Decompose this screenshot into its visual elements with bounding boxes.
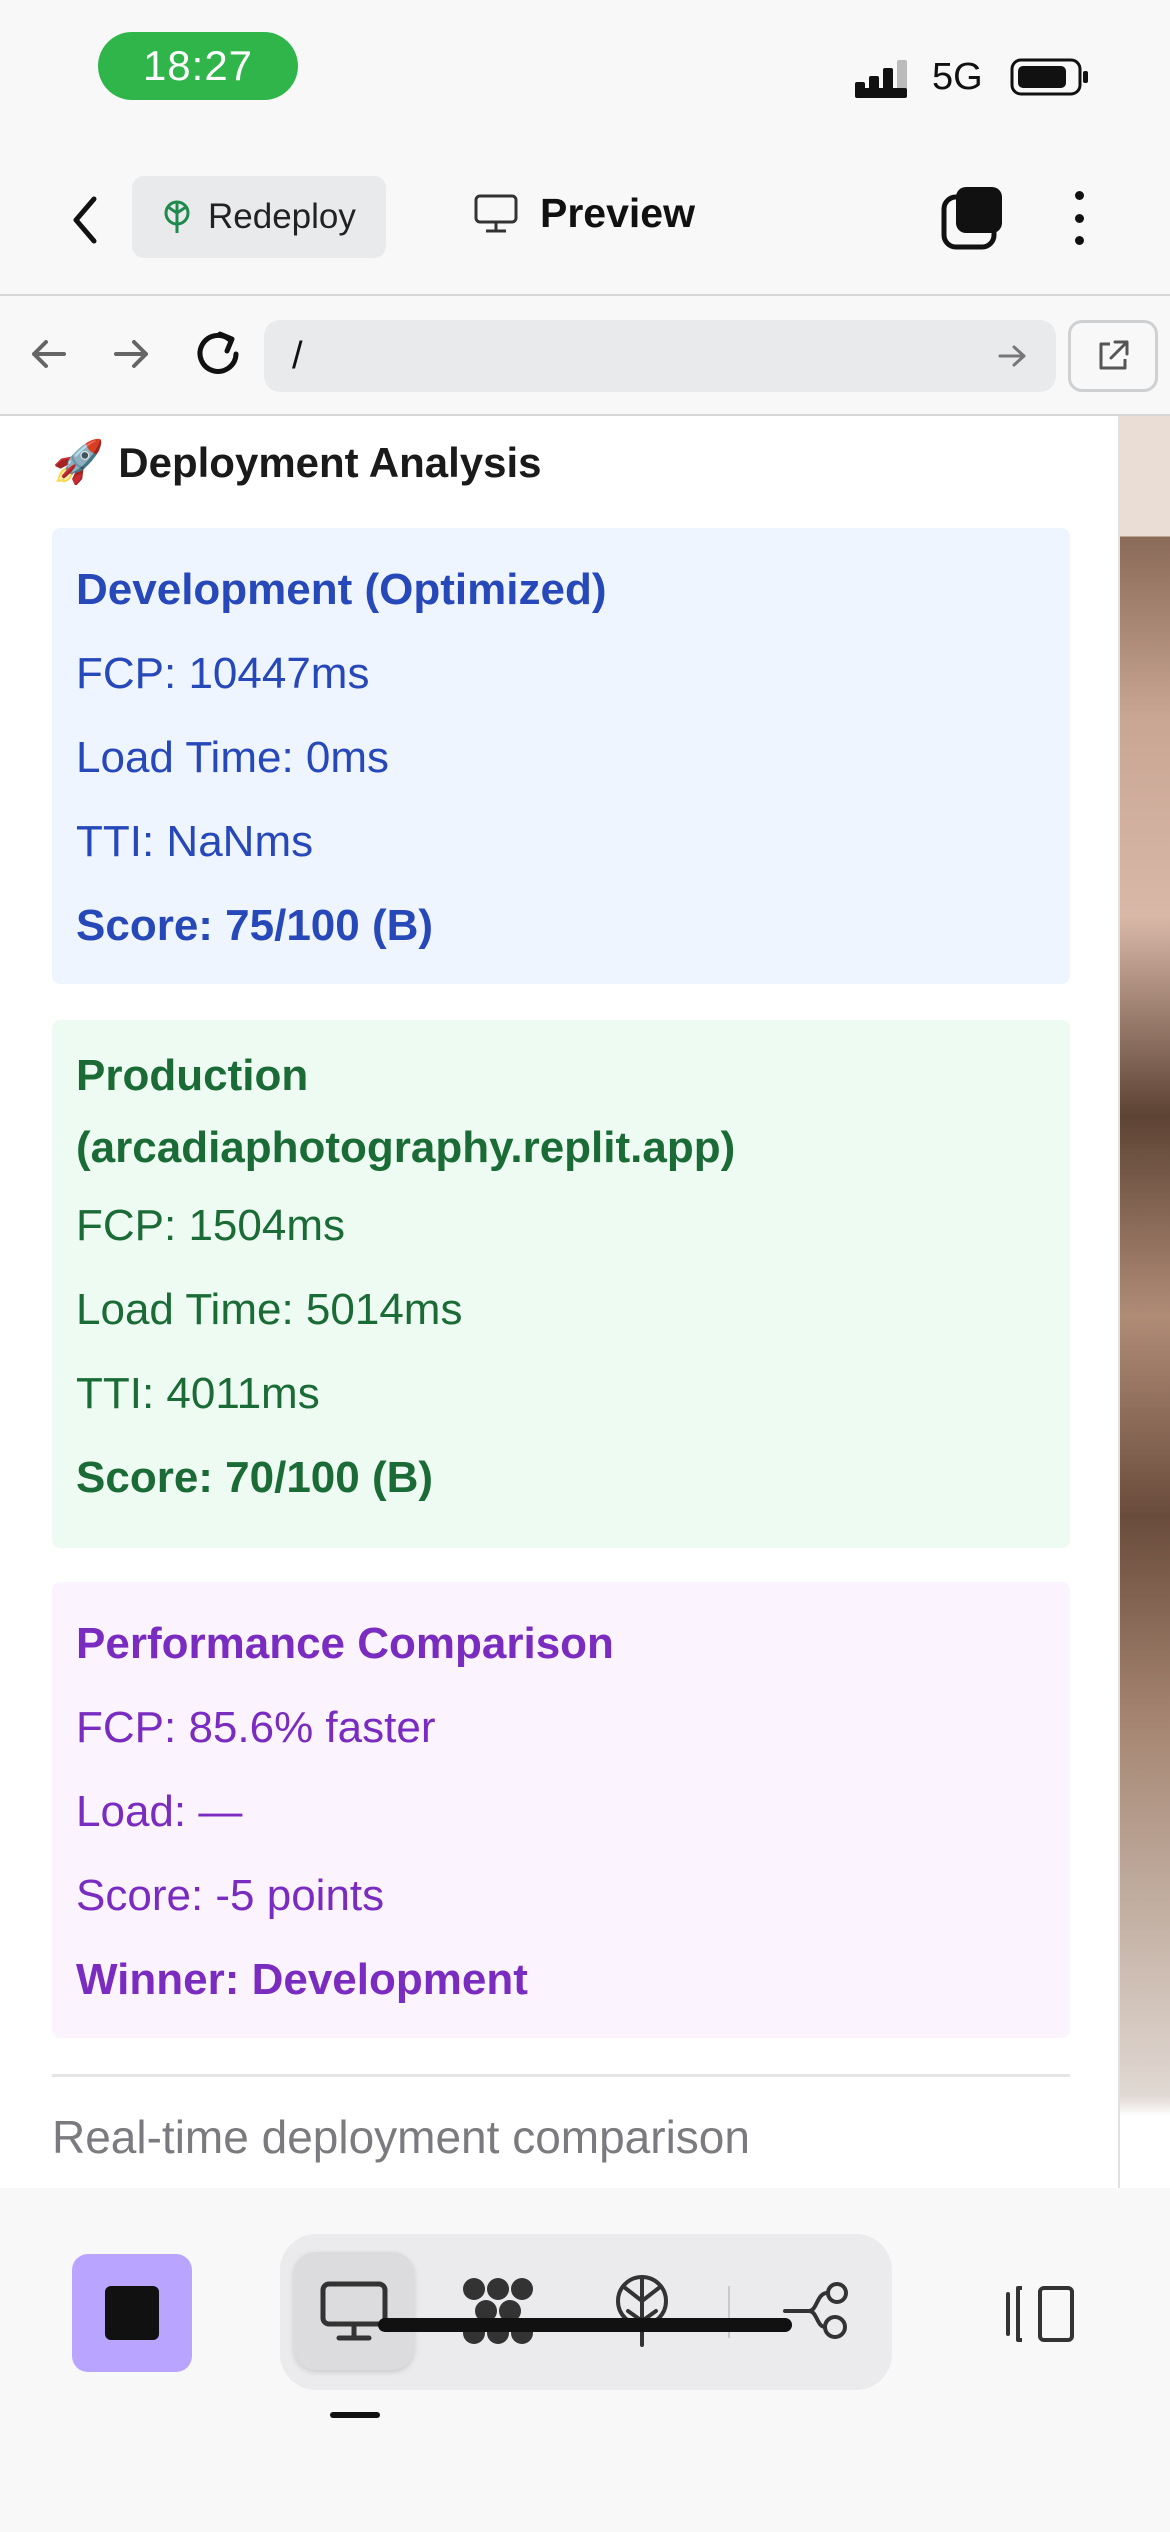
development-load-time: Load Time: 0ms: [76, 733, 390, 782]
production-tti: TTI: 4011ms: [76, 1369, 320, 1418]
production-fcp: FCP: 1504ms: [76, 1201, 345, 1250]
tab-preview[interactable]: [294, 2252, 414, 2370]
tab-git[interactable]: [756, 2252, 876, 2370]
tab-workspace[interactable]: [438, 2252, 558, 2370]
view-switcher: [280, 2234, 892, 2390]
panels-icon[interactable]: [1000, 2284, 1076, 2344]
comparison-title: Performance Comparison: [76, 1619, 614, 1668]
stop-button[interactable]: [72, 2254, 192, 2372]
development-card: Development (Optimized) FCP: 10447ms Loa…: [52, 528, 1070, 984]
background-photo: [1120, 416, 1170, 2188]
development-tti: TTI: NaNms: [76, 817, 314, 866]
preview-tab[interactable]: Preview: [474, 190, 695, 237]
battery-icon: [1010, 58, 1088, 96]
comparison-fcp: FCP: 85.6% faster: [76, 1703, 436, 1752]
development-score: Score: 75/100 (B): [76, 901, 434, 950]
production-domain: (arcadiaphotography.replit.app): [76, 1123, 736, 1172]
deployment-analysis-panel: 🚀 Deployment Analysis Development (Optim…: [0, 416, 1120, 2188]
development-fcp: FCP: 10447ms: [76, 649, 370, 698]
comparison-winner: Winner: Development: [76, 1955, 528, 2004]
tabs-icon[interactable]: [940, 185, 1006, 251]
comparison-load: Load: —: [76, 1787, 243, 1836]
divider: [0, 294, 1170, 296]
reload-icon[interactable]: [190, 326, 246, 382]
development-title: Development (Optimized): [76, 565, 607, 614]
arrow-right-icon[interactable]: [108, 330, 156, 378]
url-text: /: [292, 334, 303, 377]
url-input[interactable]: /: [264, 320, 1056, 392]
home-indicator: [378, 2318, 792, 2332]
comparison-card: Performance Comparison FCP: 85.6% faster…: [52, 1582, 1070, 2038]
more-dot-icon: [1074, 191, 1084, 200]
arrow-left-icon[interactable]: [24, 330, 72, 378]
back-button[interactable]: [60, 180, 110, 260]
more-options-button[interactable]: [1064, 185, 1094, 251]
production-card: Production (arcadiaphotography.replit.ap…: [52, 1020, 1070, 1548]
status-time: 18:27: [98, 32, 298, 100]
redeploy-label: Redeploy: [208, 197, 356, 236]
preview-webview[interactable]: 🚀 Deployment Analysis Development (Optim…: [0, 416, 1170, 2188]
stop-icon: [105, 2286, 159, 2340]
production-title: Production: [76, 1051, 309, 1100]
rocket-icon: 🚀: [52, 438, 105, 485]
more-dot-icon: [1074, 213, 1084, 223]
preview-label: Preview: [540, 190, 695, 236]
go-arrow-icon[interactable]: [998, 343, 1028, 369]
monitor-icon: [320, 2281, 388, 2341]
footer-note: Real-time deployment comparison: [52, 2111, 750, 2163]
heading-text: Deployment Analysis: [118, 438, 542, 486]
signal-icon: [855, 60, 907, 98]
redeploy-button[interactable]: Redeploy: [132, 176, 386, 258]
deploy-icon: [164, 200, 190, 233]
external-link-icon: [1099, 340, 1129, 370]
divider: [52, 2074, 1070, 2077]
open-external-button[interactable]: [1068, 320, 1158, 392]
active-tab-indicator: [330, 2412, 380, 2418]
network-type: 5G: [932, 56, 983, 98]
production-load-time: Load Time: 5014ms: [76, 1285, 463, 1334]
git-icon: [783, 2282, 848, 2339]
panel-heading: 🚀 Deployment Analysis: [52, 438, 542, 487]
comparison-score: Score: -5 points: [76, 1871, 385, 1920]
chevron-left-icon: [73, 196, 97, 244]
more-dot-icon: [1074, 236, 1084, 245]
workspace-icon: [463, 2278, 533, 2344]
tab-deployments[interactable]: [582, 2252, 702, 2370]
production-score: Score: 70/100 (B): [76, 1453, 434, 1502]
deploy-icon: [616, 2275, 668, 2347]
bottom-toolbar: [0, 2188, 1170, 2532]
monitor-icon: [474, 194, 518, 232]
